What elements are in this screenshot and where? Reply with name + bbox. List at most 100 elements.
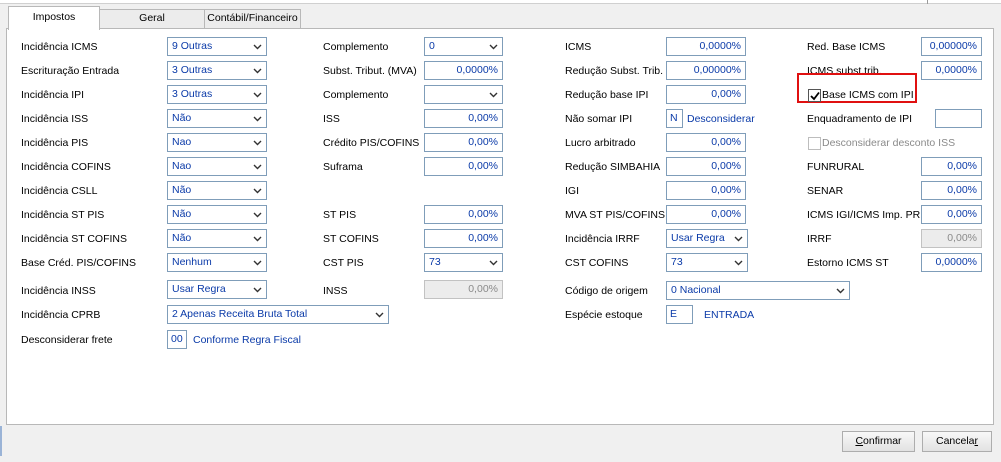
reducao-subst-trib-input[interactable]: 0,00000% bbox=[666, 61, 746, 80]
chevron-down-icon bbox=[252, 284, 263, 295]
incidencia-inss-label: Incidência INSS bbox=[21, 285, 96, 297]
cancelar-mnemonic: r bbox=[974, 435, 979, 447]
nao-somar-ipi-code-input[interactable]: N bbox=[666, 109, 683, 128]
nao-somar-ipi-description: Desconsiderar bbox=[687, 113, 755, 125]
codigo-origem-label: Código de origem bbox=[565, 285, 648, 297]
reducao-simbahia-label: Redução SIMBAHIA bbox=[565, 161, 661, 173]
inss-label: INSS bbox=[323, 285, 348, 297]
estorno-icms-st-input[interactable]: 0,0000% bbox=[921, 253, 982, 272]
chevron-down-icon bbox=[488, 41, 499, 52]
incidencia-st-pis-select[interactable]: Não bbox=[167, 205, 267, 224]
icms-input[interactable]: 0,0000% bbox=[666, 37, 746, 56]
chevron-down-icon bbox=[252, 233, 263, 244]
confirmar-label: onfirmar bbox=[863, 435, 902, 447]
codigo-origem-select[interactable]: 0 Nacional bbox=[666, 281, 850, 300]
red-base-icms-label: Red. Base ICMS bbox=[807, 41, 886, 53]
st-pis-input[interactable]: 0,00% bbox=[424, 205, 503, 224]
nao-somar-ipi-label: Não somar IPI bbox=[565, 113, 633, 125]
cst-pis-select[interactable]: 73 bbox=[424, 253, 503, 272]
incidencia-ipi-select[interactable]: 3 Outras bbox=[167, 85, 267, 104]
incidencia-irrf-label: Incidência IRRF bbox=[565, 233, 640, 245]
desconsiderar-frete-code-input[interactable]: 00 bbox=[167, 330, 187, 349]
chevron-down-icon bbox=[488, 89, 499, 100]
base-cred-pis-cofins-value: Nenhum bbox=[172, 256, 212, 268]
chevron-down-icon bbox=[252, 113, 263, 124]
chevron-down-icon bbox=[488, 257, 499, 268]
desconsiderar-frete-description: Conforme Regra Fiscal bbox=[193, 334, 301, 346]
reducao-base-ipi-input[interactable]: 0,00% bbox=[666, 85, 746, 104]
tab-impostos[interactable]: Impostos bbox=[8, 6, 100, 30]
st-cofins-input[interactable]: 0,00% bbox=[424, 229, 503, 248]
confirmar-button[interactable]: Confirmar bbox=[842, 431, 915, 452]
funrural-input[interactable]: 0,00% bbox=[921, 157, 982, 176]
incidencia-inss-value: Usar Regra bbox=[172, 283, 226, 295]
suframa-input[interactable]: 0,00% bbox=[424, 157, 503, 176]
subst-tribut-mva-label: Subst. Tribut. (MVA) bbox=[323, 65, 417, 77]
irrf-label: IRRF bbox=[807, 233, 832, 245]
cancelar-button[interactable]: Cancelar bbox=[922, 431, 992, 452]
incidencia-icms-value: 9 Outras bbox=[172, 40, 213, 52]
st-pis-label: ST PIS bbox=[323, 209, 357, 221]
incidencia-csll-select[interactable]: Não bbox=[167, 181, 267, 200]
chevron-down-icon bbox=[252, 209, 263, 220]
tab-contabil-financeiro[interactable]: Contábil/Financeiro bbox=[204, 9, 301, 29]
incidencia-cprb-select[interactable]: 2 Apenas Receita Bruta Total bbox=[167, 305, 389, 324]
chevron-down-icon bbox=[374, 309, 385, 320]
incidencia-cprb-value: 2 Apenas Receita Bruta Total bbox=[172, 308, 308, 320]
chevron-down-icon bbox=[252, 185, 263, 196]
senar-input[interactable]: 0,00% bbox=[921, 181, 982, 200]
complemento-ipi-label: Complemento bbox=[323, 89, 389, 101]
credito-pis-cofins-input[interactable]: 0,00% bbox=[424, 133, 503, 152]
incidencia-pis-select[interactable]: Nao bbox=[167, 133, 267, 152]
senar-label: SENAR bbox=[807, 185, 844, 197]
incidencia-st-cofins-select[interactable]: Não bbox=[167, 229, 267, 248]
red-base-icms-input[interactable]: 0,00000% bbox=[921, 37, 982, 56]
incidencia-csll-value: Não bbox=[172, 184, 192, 196]
lucro-arbitrado-input[interactable]: 0,00% bbox=[666, 133, 746, 152]
igi-input[interactable]: 0,00% bbox=[666, 181, 746, 200]
suframa-label: Suframa bbox=[323, 161, 363, 173]
window-top-strip bbox=[0, 0, 1001, 4]
iss-label: ISS bbox=[323, 113, 340, 125]
incidencia-st-pis-value: Não bbox=[172, 208, 192, 220]
complemento-icms-select[interactable]: 0 bbox=[424, 37, 503, 56]
incidencia-irrf-select[interactable]: Usar Regra bbox=[666, 229, 748, 248]
incidencia-cofins-label: Incidência COFINS bbox=[21, 161, 111, 173]
especie-estoque-label: Espécie estoque bbox=[565, 309, 643, 321]
incidencia-inss-select[interactable]: Usar Regra bbox=[167, 280, 267, 299]
escrituracao-entrada-label: Escrituração Entrada bbox=[21, 65, 120, 77]
base-icms-com-ipi-label[interactable]: Base ICMS com IPI bbox=[822, 88, 914, 102]
enquadramento-ipi-input[interactable] bbox=[935, 109, 982, 128]
incidencia-cprb-label: Incidência CPRB bbox=[21, 309, 101, 321]
irrf-input: 0,00% bbox=[921, 229, 982, 248]
incidencia-cofins-select[interactable]: Nao bbox=[167, 157, 267, 176]
incidencia-st-cofins-value: Não bbox=[172, 232, 192, 244]
icms-igi-imp-pr-input[interactable]: 0,00% bbox=[921, 205, 982, 224]
especie-estoque-description: ENTRADA bbox=[704, 309, 755, 321]
inss-input: 0,00% bbox=[424, 280, 503, 299]
chevron-down-icon bbox=[252, 161, 263, 172]
complemento-ipi-select[interactable] bbox=[424, 85, 503, 104]
icms-igi-imp-pr-label: ICMS IGI/ICMS Imp. PR bbox=[807, 209, 921, 221]
incidencia-pis-label: Incidência PIS bbox=[21, 137, 89, 149]
incidencia-iss-select[interactable]: Não bbox=[167, 109, 267, 128]
base-cred-pis-cofins-select[interactable]: Nenhum bbox=[167, 253, 267, 272]
incidencia-icms-select[interactable]: 9 Outras bbox=[167, 37, 267, 56]
cst-pis-value: 73 bbox=[429, 256, 441, 268]
base-icms-com-ipi-checkbox[interactable] bbox=[808, 89, 821, 102]
confirmar-mnemonic: C bbox=[855, 435, 864, 447]
st-cofins-label: ST COFINS bbox=[323, 233, 379, 245]
tab-geral[interactable]: Geral bbox=[99, 9, 205, 29]
cst-cofins-select[interactable]: 73 bbox=[666, 253, 748, 272]
reducao-simbahia-input[interactable]: 0,00% bbox=[666, 157, 746, 176]
icms-subst-trib-input[interactable]: 0,0000% bbox=[921, 61, 982, 80]
igi-label: IGI bbox=[565, 185, 580, 197]
cst-cofins-value: 73 bbox=[671, 256, 683, 268]
escrituracao-entrada-select[interactable]: 3 Outras bbox=[167, 61, 267, 80]
mva-st-pis-cofins-input[interactable]: 0,00% bbox=[666, 205, 746, 224]
especie-estoque-code-input[interactable]: E bbox=[666, 305, 693, 324]
subst-tribut-mva-input[interactable]: 0,0000% bbox=[424, 61, 503, 80]
cst-pis-label: CST PIS bbox=[323, 257, 364, 269]
iss-input[interactable]: 0,00% bbox=[424, 109, 503, 128]
incidencia-icms-label: Incidência ICMS bbox=[21, 41, 98, 53]
